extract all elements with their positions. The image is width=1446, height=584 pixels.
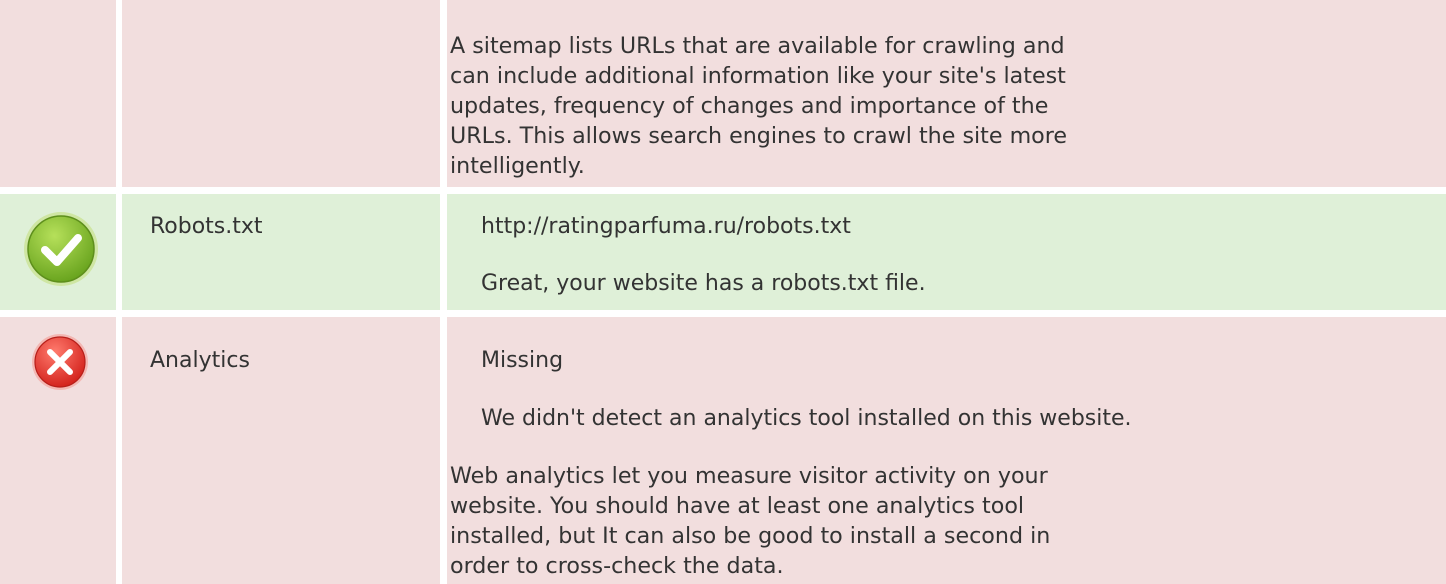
analytics-status-cell <box>0 317 116 584</box>
analytics-message: We didn't detect an analytics tool insta… <box>481 406 1132 431</box>
sitemap-description: A sitemap lists URLs that are available … <box>450 33 1068 179</box>
analytics-row: Analytics Missing We didn't detect an an… <box>0 317 1446 584</box>
analytics-value: Missing <box>481 348 564 373</box>
sitemap-row: A sitemap lists URLs that are available … <box>0 0 1446 187</box>
error-icon <box>32 334 88 390</box>
analytics-description: Web analytics let you measure visitor ac… <box>450 463 1051 579</box>
robots-label: Robots.txt <box>150 214 263 239</box>
robots-message: Great, your website has a robots.txt fil… <box>481 271 926 296</box>
robots-row: Robots.txt http://ratingparfuma.ru/robot… <box>0 194 1446 310</box>
check-icon <box>24 212 98 286</box>
analytics-label: Analytics <box>150 348 250 373</box>
robots-label-cell: Robots.txt <box>122 194 440 310</box>
sitemap-value-cell: A sitemap lists URLs that are available … <box>447 0 1446 187</box>
sitemap-label-cell <box>122 0 440 187</box>
robots-status-cell <box>0 194 116 310</box>
robots-url: http://ratingparfuma.ru/robots.txt <box>481 214 851 239</box>
analytics-value-cell: Missing We didn't detect an analytics to… <box>447 317 1446 584</box>
sitemap-status-cell <box>0 0 116 187</box>
analytics-label-cell: Analytics <box>122 317 440 584</box>
robots-value-cell: http://ratingparfuma.ru/robots.txt Great… <box>447 194 1446 310</box>
